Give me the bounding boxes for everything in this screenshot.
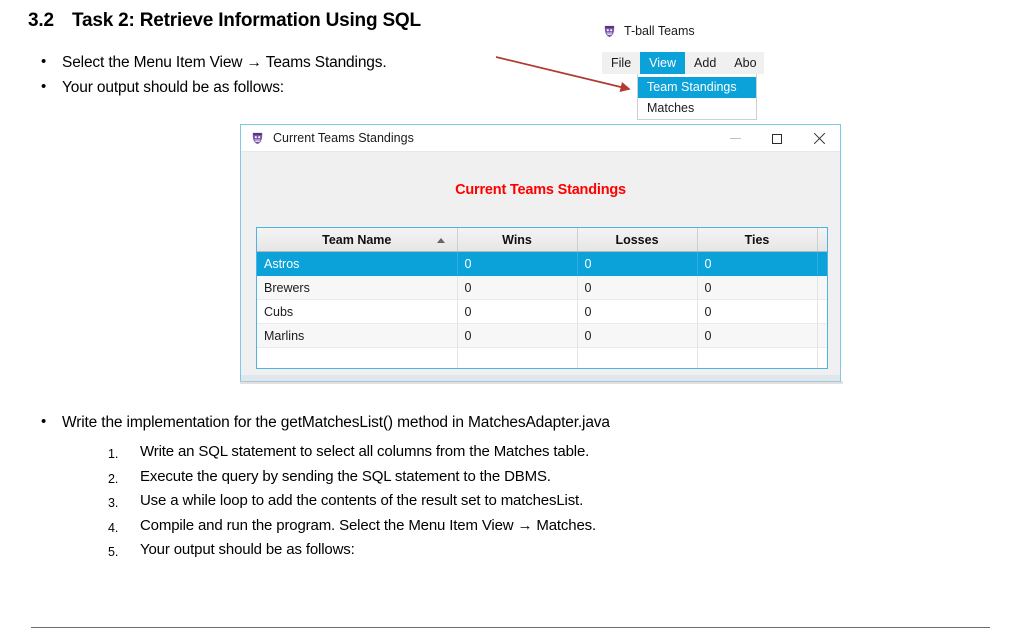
cell-ties: 0 xyxy=(697,251,818,276)
list-item: Your output should be as follows: xyxy=(108,540,355,564)
close-button[interactable] xyxy=(798,125,840,152)
cell-ties: 0 xyxy=(697,323,818,348)
app-title-text: T-ball Teams xyxy=(624,24,695,38)
list-item: Write an SQL statement to select all col… xyxy=(108,442,590,466)
list-item: Your output should be as follows: xyxy=(40,74,387,100)
minimize-button[interactable] xyxy=(714,125,756,152)
window-controls xyxy=(714,125,840,152)
app-menubar[interactable]: File View Add Abo xyxy=(602,52,764,74)
cell-team-name: Marlins xyxy=(257,323,458,348)
list-item: Execute the query by sending the SQL sta… xyxy=(108,466,551,490)
table-row-empty[interactable] xyxy=(257,347,827,368)
cell-team-name: Brewers xyxy=(257,275,458,300)
minimize-icon xyxy=(729,138,741,139)
table-row[interactable]: Cubs 0 0 0 xyxy=(257,299,827,324)
cell-empty xyxy=(697,347,818,368)
dialog-heading: Current Teams Standings xyxy=(455,182,626,198)
cell-ties: 0 xyxy=(697,275,818,300)
tball-mask-icon xyxy=(252,132,263,144)
cell-wins: 0 xyxy=(457,275,578,300)
cell-team-name: Cubs xyxy=(257,299,458,324)
list-item: Write the implementation for the getMatc… xyxy=(40,409,610,435)
column-header-spacer xyxy=(817,228,827,252)
section-number: 3.2 xyxy=(28,10,54,31)
column-header-label: Wins xyxy=(502,232,532,247)
list-item: Select the Menu Item View → Teams Standi… xyxy=(40,49,387,75)
section-title: Task 2: Retrieve Information Using SQL xyxy=(72,10,421,31)
tball-mask-icon xyxy=(604,25,615,37)
dialog-title-text: Current Teams Standings xyxy=(273,131,414,145)
cell-spacer xyxy=(817,323,827,348)
cell-ties: 0 xyxy=(697,299,818,324)
page-title: 3.2 Task 2: Retrieve Information Using SQ… xyxy=(28,10,421,32)
bottom-bullet-list: Write the implementation for the getMatc… xyxy=(40,409,610,435)
cell-spacer xyxy=(817,275,827,300)
column-header-losses[interactable]: Losses xyxy=(577,228,698,252)
column-header-wins[interactable]: Wins xyxy=(457,228,578,252)
cell-empty xyxy=(457,347,578,368)
cell-losses: 0 xyxy=(577,275,698,300)
menu-file[interactable]: File xyxy=(602,52,640,74)
maximize-button[interactable] xyxy=(756,125,798,152)
cell-wins: 0 xyxy=(457,251,578,276)
cell-losses: 0 xyxy=(577,251,698,276)
column-header-label: Team Name xyxy=(322,232,392,247)
table-row[interactable]: Brewers 0 0 0 xyxy=(257,275,827,300)
cell-wins: 0 xyxy=(457,299,578,324)
app-titlebar: T-ball Teams xyxy=(596,16,764,46)
close-icon xyxy=(813,132,826,145)
menu-item-team-standings[interactable]: Team Standings xyxy=(638,77,756,98)
app-menu-screenshot: T-ball Teams File View Add Abo Team Stan… xyxy=(596,16,764,130)
standings-dialog-window: Current Teams Standings Current Teams St… xyxy=(240,124,841,382)
cell-empty xyxy=(577,347,698,368)
footer-divider xyxy=(31,627,990,628)
numbered-steps-list: Write an SQL statement to select all col… xyxy=(108,440,597,564)
cell-spacer xyxy=(817,299,827,324)
dialog-titlebar[interactable]: Current Teams Standings xyxy=(241,125,840,152)
view-menu-dropdown[interactable]: Team Standings Matches xyxy=(637,74,757,120)
cell-losses: 0 xyxy=(577,323,698,348)
column-header-ties[interactable]: Ties xyxy=(697,228,818,252)
list-item: Use a while loop to add the contents of … xyxy=(108,491,584,515)
maximize-icon xyxy=(772,133,782,144)
dialog-drop-shadow xyxy=(240,381,843,384)
column-header-label: Losses xyxy=(615,232,659,247)
column-header-team-name[interactable]: Team Name xyxy=(257,228,458,252)
sort-ascending-icon xyxy=(436,237,445,243)
top-bullet-list: Select the Menu Item View → Teams Standi… xyxy=(40,49,387,100)
table-row[interactable]: Marlins 0 0 0 xyxy=(257,323,827,348)
cell-spacer xyxy=(817,251,827,276)
table-row[interactable]: Astros 0 0 0 xyxy=(257,251,827,276)
cell-empty xyxy=(257,347,458,368)
list-item: Compile and run the program. Select the … xyxy=(108,515,597,539)
menu-view[interactable]: View xyxy=(640,52,686,74)
cell-team-name: Astros xyxy=(257,251,458,276)
menu-about[interactable]: Abo xyxy=(725,52,764,74)
table-header-row: Team Name Wins Losses Ties xyxy=(257,228,827,252)
cell-wins: 0 xyxy=(457,323,578,348)
menu-add[interactable]: Add xyxy=(685,52,725,74)
standings-table-container: Team Name Wins Losses Ties Astros 0 0 0 … xyxy=(256,227,828,369)
menu-item-matches[interactable]: Matches xyxy=(638,98,756,119)
cell-spacer xyxy=(817,347,827,368)
column-header-label: Ties xyxy=(744,232,770,247)
standings-table: Team Name Wins Losses Ties Astros 0 0 0 … xyxy=(257,228,827,368)
cell-losses: 0 xyxy=(577,299,698,324)
